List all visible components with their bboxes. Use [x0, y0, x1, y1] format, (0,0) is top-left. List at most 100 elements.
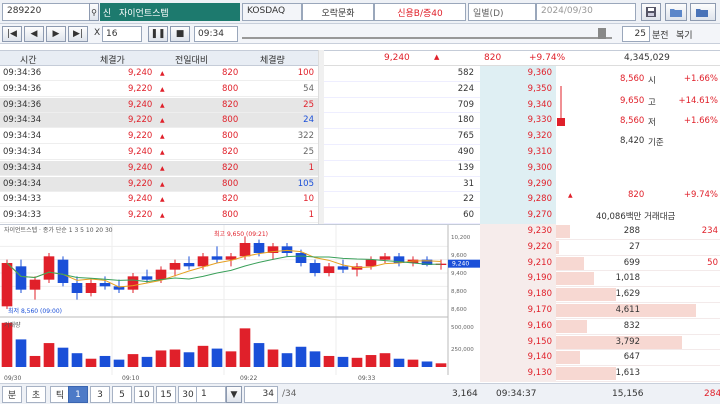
trade-price: 9,220 — [128, 210, 153, 221]
page-input[interactable]: 34 — [244, 386, 278, 403]
bid-qty: 832 — [623, 320, 640, 331]
summary-change: 820 — [484, 53, 502, 63]
y-tick-label: 8,800 — [451, 289, 467, 295]
first-icon[interactable]: |◀ — [2, 26, 22, 42]
info-amount: 40,086백만 거래대금 — [596, 212, 676, 222]
candle-body — [29, 279, 41, 290]
ask-row[interactable]: 765 9,320 — [324, 129, 556, 145]
bid-qty: 1,629 — [615, 289, 640, 300]
bid-price: 9,220 — [527, 241, 552, 252]
ask-row[interactable]: 582 9,360 — [324, 66, 556, 82]
interval-10[interactable]: 10 — [134, 386, 154, 403]
search-icon[interactable]: ⚲ — [89, 3, 99, 21]
bid-price: 9,230 — [527, 226, 552, 236]
trade-time: 09:34:34 — [3, 147, 42, 157]
interval-15[interactable]: 15 — [156, 386, 176, 403]
tab-1[interactable]: 초 — [26, 386, 46, 403]
bid-depth-bar — [556, 256, 584, 270]
last-icon[interactable]: ▶| — [68, 26, 88, 42]
sector-label: 오락문화 — [302, 3, 374, 21]
candle-body — [239, 243, 251, 257]
ask-row[interactable]: 224 9,350 — [324, 81, 556, 98]
stop-icon[interactable]: ■ — [170, 26, 190, 42]
x-tick-label: 09:22 — [240, 375, 257, 382]
x-tick-label: 09:10 — [122, 375, 139, 382]
pause-icon[interactable]: ❚❚ — [148, 26, 168, 42]
candlestick-chart[interactable]: 자이언트스텝 · 종가 단순 1 3 5 10 20 30 최고 9,650 (0… — [0, 225, 480, 383]
bid-row[interactable]: 9,150 3,792 — [480, 334, 720, 351]
tab-0[interactable]: 분 — [2, 386, 22, 403]
interval-5[interactable]: 5 — [112, 386, 132, 403]
ask-row[interactable]: 31 9,290 — [324, 176, 556, 193]
folder-open-icon[interactable] — [690, 3, 716, 21]
ask-row[interactable]: 22 9,280 — [324, 192, 556, 209]
count-input[interactable]: 1 — [196, 386, 226, 403]
bid-depth-bar — [556, 288, 617, 302]
folder-icon[interactable] — [665, 3, 687, 21]
bid-price: 9,160 — [527, 320, 552, 331]
date-input[interactable]: 2024/09/30 — [536, 3, 636, 21]
tab-2[interactable]: 틱 — [50, 386, 70, 403]
bid-row[interactable]: 9,130 1,613 — [480, 366, 720, 382]
volume-bar — [127, 354, 139, 367]
trade-change: 820 — [222, 147, 239, 157]
prev-icon[interactable]: ◀ — [24, 26, 44, 42]
ask-price: 9,320 — [527, 131, 552, 142]
info-value: 8,420 — [620, 136, 645, 146]
trade-change: 800 — [222, 115, 239, 126]
last-price-label: 9,240 — [452, 261, 469, 268]
col-price: 체결가 — [100, 56, 125, 66]
volume-bar — [239, 328, 251, 367]
interval-3[interactable]: 3 — [90, 386, 110, 403]
volume-bar — [225, 351, 237, 367]
candle-body — [127, 276, 139, 290]
info-rate: +1.66% — [683, 116, 718, 126]
bid-row[interactable]: 9,190 1,018 — [480, 271, 720, 288]
bid-book: 9,230 288 234 9,220 27 9,210 699 50 9,190 1,018 9,… — [480, 224, 720, 382]
bid-extra: 284 — [704, 389, 720, 399]
bid-row[interactable]: 9,210 699 50 — [480, 255, 720, 272]
stock-code-input[interactable]: 289220 — [2, 3, 90, 21]
bid-row[interactable]: 9,180 1,629 — [480, 287, 720, 303]
bid-row[interactable]: 9,140 647 — [480, 350, 720, 367]
candle-body — [295, 253, 307, 263]
bid-row[interactable]: 9,170 4,611 — [480, 303, 720, 319]
bid-row[interactable]: 9,230 288 234 — [480, 224, 720, 240]
candle-body — [183, 263, 195, 267]
ask-row[interactable]: 490 9,310 — [324, 145, 556, 161]
trade-volume: 25 — [303, 99, 314, 110]
trade-price: 9,220 — [128, 131, 153, 142]
timeline-slider[interactable] — [242, 28, 612, 40]
minute-input[interactable]: 25 — [622, 26, 650, 42]
ask-row[interactable]: 139 9,300 — [324, 160, 556, 177]
volume-bar — [197, 345, 209, 367]
candle-body — [253, 243, 265, 253]
bid-qty: 647 — [623, 352, 640, 363]
volume-bar — [155, 350, 167, 367]
bid-price: 9,190 — [527, 273, 552, 284]
info-change: 820 — [628, 190, 645, 200]
interval-1[interactable]: 1 — [68, 386, 88, 403]
ask-row[interactable]: 60 9,270 — [324, 208, 556, 224]
interval-input[interactable]: 16 — [102, 26, 142, 42]
dropdown-icon[interactable]: ▼ — [226, 386, 242, 403]
bid-row[interactable]: 9,220 27 — [480, 239, 720, 256]
volume-bar — [323, 355, 335, 367]
ask-row[interactable]: 709 9,340 — [324, 97, 556, 114]
volume-bar — [71, 353, 83, 367]
replay-label[interactable]: 복기 — [676, 28, 693, 41]
ask-book: 582 9,360 224 9,350 709 9,340 180 9,330 765 9,320… — [324, 66, 556, 224]
save-icon[interactable] — [641, 3, 661, 21]
x-tick-label: 09:33 — [358, 375, 375, 382]
interval-30[interactable]: 30 — [178, 386, 198, 403]
y-tick-label: 10,200 — [451, 235, 471, 241]
next-icon[interactable]: ▶ — [46, 26, 66, 42]
candle-body — [379, 256, 391, 260]
up-arrow-icon: ▲ — [160, 133, 165, 141]
ask-row[interactable]: 180 9,330 — [324, 113, 556, 130]
period-select[interactable]: 일별(D) — [468, 3, 536, 21]
mini-candle — [557, 86, 565, 126]
time-input[interactable]: 09:34 — [194, 26, 238, 42]
bid-row[interactable]: 9,160 832 — [480, 318, 720, 335]
volume-bar — [393, 358, 405, 367]
